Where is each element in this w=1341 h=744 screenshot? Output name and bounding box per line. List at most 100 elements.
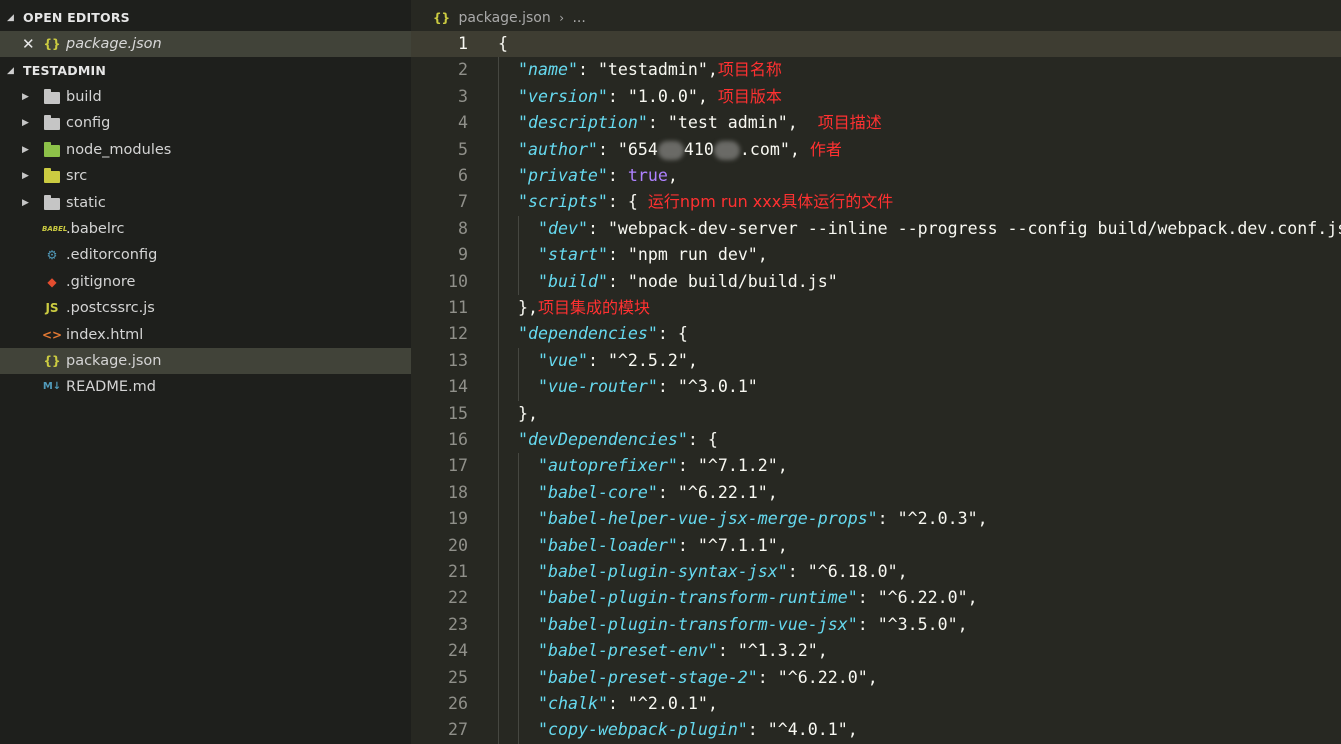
code-line[interactable]: 27 "copy-webpack-plugin": "^4.0.1", bbox=[411, 717, 1341, 743]
tree-item-src[interactable]: ▶ src bbox=[0, 163, 411, 189]
tree-item-editorconfig[interactable]: ⚙ .editorconfig bbox=[0, 242, 411, 268]
code-line[interactable]: 5 "author": "654 410 .com", 作者 bbox=[411, 137, 1341, 163]
json-string: "^3.5.0" bbox=[877, 614, 958, 634]
code-line[interactable]: 2 "name": "testadmin",项目名称 bbox=[411, 57, 1341, 83]
tree-item-build[interactable]: ▶ build bbox=[0, 84, 411, 110]
punctuation: : bbox=[607, 86, 628, 106]
collapse-chevron-icon[interactable]: ◢ bbox=[7, 58, 14, 84]
chevron-right-icon[interactable]: ▶ bbox=[22, 84, 29, 110]
line-number: 26 bbox=[448, 694, 468, 713]
line-number: 9 bbox=[458, 245, 468, 265]
json-string: "node build/build.js" bbox=[627, 271, 838, 291]
indent-guide bbox=[518, 215, 519, 295]
tree-item-readme-md[interactable]: M↓ README.md bbox=[0, 374, 411, 400]
line-text: "vue-router": "^3.0.1" bbox=[538, 374, 758, 400]
tree-item-babelrc[interactable]: BABEL .babelrc bbox=[0, 216, 411, 242]
code-line[interactable]: 3 "version": "1.0.0", 项目版本 bbox=[411, 84, 1341, 110]
code-line[interactable]: 15}, bbox=[411, 401, 1341, 427]
json-string: .com" bbox=[739, 139, 790, 159]
punctuation: , bbox=[897, 562, 908, 581]
code-line[interactable]: 26 "chalk": "^2.0.1", bbox=[411, 691, 1341, 717]
code-line[interactable]: 6 "private": true, bbox=[411, 163, 1341, 189]
punctuation: : bbox=[677, 456, 698, 476]
json-string: "^6.22.1" bbox=[677, 482, 768, 502]
code-line[interactable]: 25 "babel-preset-stage-2": "^6.22.0", bbox=[411, 665, 1341, 691]
line-number: 27 bbox=[448, 720, 468, 740]
code-line[interactable]: 9 "start": "npm run dev", bbox=[411, 242, 1341, 268]
editor-pane[interactable]: {} package.json › ... 1{2 "name": "testad… bbox=[411, 0, 1341, 744]
punctuation: , bbox=[757, 245, 768, 265]
code-line[interactable]: 4 "description": "test admin", 项目描述 bbox=[411, 110, 1341, 136]
punctuation: : bbox=[597, 139, 618, 159]
line-text: "scripts": { 运行npm run xxx具体运行的文件 bbox=[518, 189, 893, 215]
tree-item-static[interactable]: ▶ static bbox=[0, 190, 411, 216]
open-editor-item[interactable]: ✕ {} package.json bbox=[0, 31, 411, 57]
code-line[interactable]: 24 "babel-preset-env": "^1.3.2", bbox=[411, 638, 1341, 664]
code-line[interactable]: 14 "vue-router": "^3.0.1" bbox=[411, 374, 1341, 400]
line-number: 5 bbox=[458, 139, 468, 159]
breadcrumb-more[interactable]: ... bbox=[572, 10, 585, 26]
json-string: "^6.22.0" bbox=[877, 588, 968, 608]
json-key: "description" bbox=[518, 113, 648, 133]
tree-item-label: index.html bbox=[66, 326, 144, 343]
json-string: "^2.0.3" bbox=[897, 509, 978, 529]
code-line[interactable]: 12 "dependencies": { bbox=[411, 321, 1341, 347]
punctuation: : bbox=[747, 720, 768, 740]
json-string: "^6.18.0" bbox=[807, 562, 898, 581]
punctuation: , bbox=[967, 588, 978, 608]
line-text: "version": "1.0.0", 项目版本 bbox=[518, 84, 782, 110]
json-key: "chalk" bbox=[538, 694, 608, 713]
code-line[interactable]: 13 "vue": "^2.5.2", bbox=[411, 348, 1341, 374]
collapse-chevron-icon[interactable]: ◢ bbox=[7, 5, 14, 31]
line-text: "private": true, bbox=[518, 163, 678, 189]
code-line[interactable]: 7 "scripts": { 运行npm run xxx具体运行的文件 bbox=[411, 189, 1341, 215]
chevron-right-icon[interactable]: ▶ bbox=[22, 110, 29, 136]
line-number: 1 bbox=[458, 34, 468, 53]
line-number: 3 bbox=[458, 86, 468, 106]
tree-item-package-json[interactable]: {} package.json bbox=[0, 348, 411, 374]
code-line[interactable]: 19 "babel-helper-vue-jsx-merge-props": "^… bbox=[411, 506, 1341, 532]
project-header[interactable]: ◢ TESTADMIN bbox=[0, 58, 411, 84]
breadcrumb-file[interactable]: package.json bbox=[459, 10, 551, 26]
punctuation: : bbox=[717, 641, 738, 661]
close-icon[interactable]: ✕ bbox=[22, 31, 35, 57]
punctuation: , bbox=[697, 86, 718, 106]
punctuation: , bbox=[667, 166, 678, 185]
chevron-right-icon[interactable]: ▶ bbox=[22, 163, 29, 189]
open-editors-header[interactable]: ◢ OPEN EDITORS bbox=[0, 5, 411, 31]
tree-item-config[interactable]: ▶ config bbox=[0, 110, 411, 136]
json-key: "babel-core" bbox=[538, 482, 658, 502]
json-key: "copy-webpack-plugin" bbox=[538, 720, 748, 740]
code-line[interactable]: 22 "babel-plugin-transform-runtime": "^6.… bbox=[411, 585, 1341, 611]
line-number: 13 bbox=[448, 350, 468, 370]
code-line[interactable]: 18 "babel-core": "^6.22.1", bbox=[411, 480, 1341, 506]
json-string: "^7.1.2" bbox=[697, 456, 778, 476]
line-number: 7 bbox=[458, 192, 468, 212]
open-editors-title: OPEN EDITORS bbox=[23, 10, 130, 25]
code-line[interactable]: 1{ bbox=[411, 31, 1341, 58]
tree-item-node-modules[interactable]: ▶ node_modules bbox=[0, 137, 411, 163]
chevron-right-icon[interactable]: ▶ bbox=[22, 137, 29, 163]
json-boolean: true bbox=[627, 166, 668, 185]
code-line[interactable]: 21 "babel-plugin-syntax-jsx": "^6.18.0", bbox=[411, 559, 1341, 585]
code-line[interactable]: 10 "build": "node build/build.js" bbox=[411, 269, 1341, 295]
tree-item-gitignore[interactable]: ◆ .gitignore bbox=[0, 269, 411, 295]
line-number: 4 bbox=[458, 113, 468, 133]
tree-item-postcssrc-js[interactable]: JS .postcssrc.js bbox=[0, 295, 411, 321]
tree-item-label: build bbox=[66, 89, 102, 105]
code-line[interactable]: 11},项目集成的模块 bbox=[411, 295, 1341, 321]
code-line[interactable]: 8 "dev": "webpack-dev-server --inline --p… bbox=[411, 216, 1341, 242]
chevron-right-icon[interactable]: ▶ bbox=[22, 190, 29, 216]
editorconfig-icon: ⚙ bbox=[46, 248, 58, 263]
line-text: "babel-preset-env": "^1.3.2", bbox=[538, 638, 828, 664]
code-line[interactable]: 16 "devDependencies": { bbox=[411, 427, 1341, 453]
punctuation: : bbox=[857, 588, 878, 608]
code-line[interactable]: 17 "autoprefixer": "^7.1.2", bbox=[411, 453, 1341, 479]
folder-icon bbox=[44, 89, 60, 104]
code-line[interactable]: 23 "babel-plugin-transform-vue-jsx": "^3.… bbox=[411, 612, 1341, 638]
tree-item-index-html[interactable]: <> index.html bbox=[0, 322, 411, 348]
code-line[interactable]: 20 "babel-loader": "^7.1.1", bbox=[411, 533, 1341, 559]
punctuation: : bbox=[877, 509, 898, 529]
punctuation: : bbox=[607, 245, 628, 265]
line-number: 18 bbox=[448, 482, 468, 502]
